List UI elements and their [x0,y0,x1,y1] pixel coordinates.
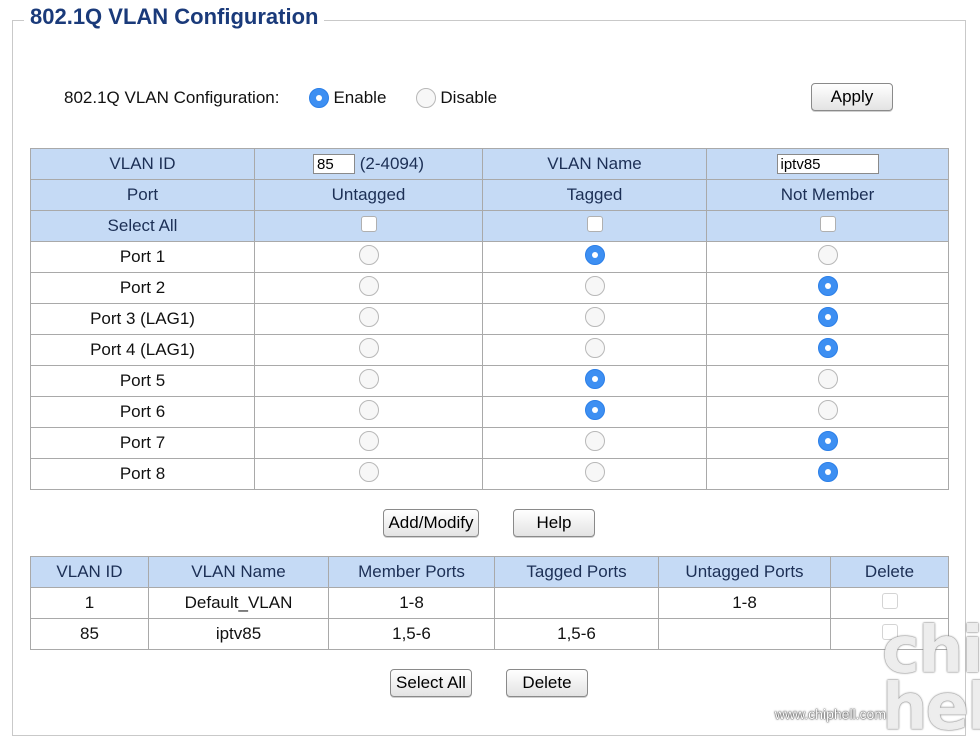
list-cell-member-ports: 1,5-6 [328,618,495,650]
port-7-not-member-radio[interactable] [817,430,838,451]
port-2-tagged-radio[interactable] [584,275,605,296]
port-1-not-member-radio[interactable] [817,244,838,265]
list-col-vlan-name: VLAN Name [148,556,329,588]
list-col-untagged-ports: Untagged Ports [658,556,831,588]
vlan-name-cell [706,148,949,180]
port-6-tagged-radio[interactable] [584,399,605,420]
help-button[interactable]: Help [513,509,595,537]
port-8-tagged-radio[interactable] [584,461,605,482]
list-cell-member-ports: 1-8 [328,587,495,619]
port-name: Port 6 [30,396,255,428]
select-all-untagged-checkbox[interactable] [360,215,377,232]
enable-label: Enable [333,88,387,107]
list-cell-tagged-ports [494,587,659,619]
list-header-row: VLAN ID VLAN Name Member Ports Tagged Po… [30,556,949,588]
port-7-untagged-radio[interactable] [358,430,379,451]
vlan-port-table: VLAN ID (2-4094) VLAN Name Port Untagged… [30,148,949,490]
list-row: 1 Default_VLAN 1-8 1-8 [30,587,949,619]
disable-option[interactable]: Disable [416,88,497,108]
delete-checkbox[interactable] [881,592,898,609]
port-4-not-member-radio[interactable] [817,337,838,358]
port-name: Port 3 (LAG1) [30,303,255,335]
port-5-not-member-radio[interactable] [817,368,838,389]
port-4-untagged-radio[interactable] [358,337,379,358]
port-row: Port 3 (LAG1) [30,303,949,335]
col-tagged: Tagged [482,179,707,211]
port-name: Port 2 [30,272,255,304]
watermark-url: www.chiphell.com [774,706,886,722]
vlan-name-label: VLAN Name [482,148,707,180]
enable-radio[interactable] [309,88,330,108]
port-row: Port 7 [30,427,949,459]
list-col-member-ports: Member Ports [328,556,495,588]
add-modify-button[interactable]: Add/Modify [383,509,479,537]
port-header-row: Port Untagged Tagged Not Member [30,179,949,211]
port-name: Port 7 [30,427,255,459]
col-not-member: Not Member [706,179,949,211]
port-name: Port 8 [30,458,255,490]
disable-label: Disable [440,88,498,107]
list-col-delete: Delete [830,556,949,588]
col-port: Port [30,179,255,211]
port-name: Port 1 [30,241,255,273]
page-title: 802.1Q VLAN Configuration [24,4,325,30]
port-name: Port 4 (LAG1) [30,334,255,366]
col-untagged: Untagged [254,179,483,211]
port-1-tagged-radio[interactable] [584,244,605,265]
port-8-not-member-radio[interactable] [817,461,838,482]
vlan-id-row: VLAN ID (2-4094) VLAN Name [30,148,949,180]
apply-button[interactable]: Apply [811,83,893,111]
select-all-tagged-checkbox[interactable] [586,215,603,232]
port-6-not-member-radio[interactable] [817,399,838,420]
list-cell-vlan-id: 1 [30,587,149,619]
port-5-tagged-radio[interactable] [584,368,605,389]
port-name: Port 5 [30,365,255,397]
port-row: Port 8 [30,458,949,490]
list-cell-vlan-name: iptv85 [148,618,329,650]
port-8-untagged-radio[interactable] [358,461,379,482]
port-2-not-member-radio[interactable] [817,275,838,296]
list-cell-tagged-ports: 1,5-6 [494,618,659,650]
list-col-tagged-ports: Tagged Ports [494,556,659,588]
port-5-untagged-radio[interactable] [358,368,379,389]
list-col-vlan-id: VLAN ID [30,556,149,588]
select-all-row: Select All [30,210,949,242]
list-cell-untagged-ports: 1-8 [658,587,831,619]
port-row: Port 2 [30,272,949,304]
select-all-label: Select All [30,210,255,242]
list-cell-vlan-name: Default_VLAN [148,587,329,619]
enable-option[interactable]: Enable [309,88,386,108]
port-3-not-member-radio[interactable] [817,306,838,327]
list-cell-vlan-id: 85 [30,618,149,650]
port-7-tagged-radio[interactable] [584,430,605,451]
global-config-row: 802.1Q VLAN Configuration: Enable Disabl… [64,86,527,110]
select-all-not-member-checkbox[interactable] [819,215,836,232]
vlan-name-input[interactable] [776,154,879,175]
select-all-button[interactable]: Select All [390,669,472,697]
port-3-untagged-radio[interactable] [358,306,379,327]
disable-radio[interactable] [416,88,437,108]
port-row: Port 4 (LAG1) [30,334,949,366]
port-1-untagged-radio[interactable] [358,244,379,265]
port-2-untagged-radio[interactable] [358,275,379,296]
watermark: chiphell www.chiphell.com [750,619,980,741]
port-6-untagged-radio[interactable] [358,399,379,420]
delete-button[interactable]: Delete [506,669,588,697]
port-3-tagged-radio[interactable] [584,306,605,327]
vlan-id-range: (2-4094) [359,153,424,173]
global-config-label: 802.1Q VLAN Configuration: [64,88,280,107]
vlan-id-input[interactable] [313,154,355,175]
port-row: Port 5 [30,365,949,397]
chiphell-logo: chiphell [882,613,980,746]
port-row: Port 6 [30,396,949,428]
port-4-tagged-radio[interactable] [584,337,605,358]
port-row: Port 1 [30,241,949,273]
vlan-id-cell: (2-4094) [254,148,483,180]
vlan-id-label: VLAN ID [30,148,255,180]
